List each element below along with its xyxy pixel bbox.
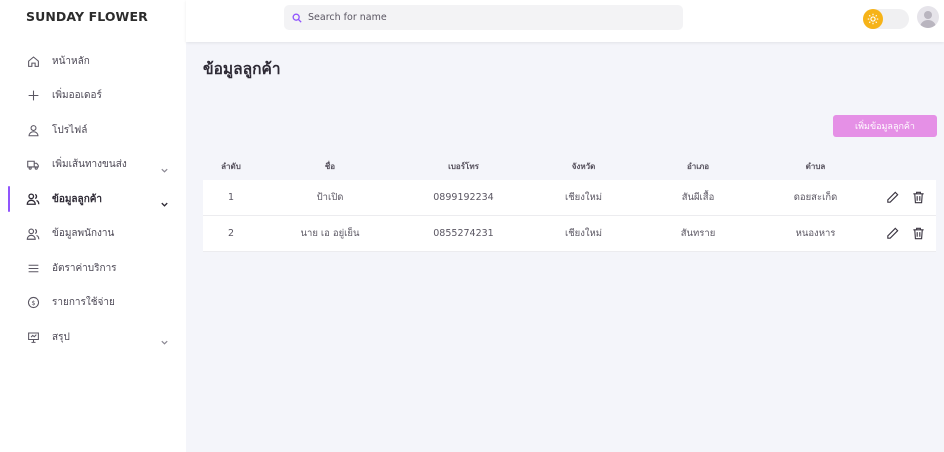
- column-header: ชื่อ: [324, 161, 336, 171]
- sidebar-item-label: หน้าหลัก: [52, 55, 90, 67]
- column-header: ตำบล: [805, 161, 826, 171]
- sidebar-item-label: สรุป: [52, 331, 70, 343]
- column-header: เบอร์โทร: [448, 161, 479, 171]
- truck-icon: [26, 158, 40, 172]
- sidebar-item-summary[interactable]: สรุป: [0, 320, 186, 355]
- home-icon: [26, 54, 40, 68]
- theme-toggle[interactable]: [863, 9, 909, 29]
- search-icon: [292, 13, 302, 23]
- sidebar-item-label: เพิ่มเส้นทางขนส่ง: [52, 159, 127, 171]
- table-cell: 2: [227, 228, 235, 239]
- users-icon: [26, 227, 40, 241]
- chevron-down-icon[interactable]: [160, 332, 170, 345]
- page-title: ข้อมูลลูกค้า: [203, 60, 281, 78]
- add-customer-button[interactable]: เพิ่มข้อมูลลูกค้า: [833, 115, 937, 137]
- sidebar-nav: หน้าหลัก เพิ่มออเดอร์ โปรไฟล์ เพิ่มเส้นท…: [0, 44, 186, 355]
- users-icon: [26, 192, 40, 206]
- svg-text:$: $: [31, 299, 35, 307]
- edit-pencil-icon[interactable]: [885, 226, 901, 242]
- sidebar-item-customers[interactable]: ข้อมูลลูกค้า: [0, 182, 186, 217]
- table-cell: สันผีเสื้อ: [681, 192, 715, 203]
- table-row: 2 นาย เอ อยู่เย็น 0855274231 เชียงใหม่ ส…: [203, 216, 936, 252]
- column-header: อำเภอ: [686, 161, 710, 171]
- sidebar-item-label: อัตราค่าบริการ: [52, 262, 117, 274]
- table-cell: 0899192234: [433, 192, 494, 203]
- top-bar: [186, 0, 944, 42]
- table-cell: สันทราย: [680, 228, 716, 239]
- brand-logo-text: SUNDAY FLOWER: [26, 9, 148, 24]
- chevron-down-icon[interactable]: [160, 194, 170, 207]
- sidebar-item-label: รายการใช้จ่าย: [52, 297, 115, 309]
- sidebar-item-add-order[interactable]: เพิ่มออเดอร์: [0, 79, 186, 114]
- row-actions: [876, 226, 936, 242]
- dollar-icon: $: [26, 296, 40, 310]
- delete-trash-icon[interactable]: [911, 226, 927, 242]
- customer-table: ลำดับ ชื่อ เบอร์โทร จังหวัด อำเภอ ตำบล 1…: [203, 152, 936, 252]
- sidebar-item-profile[interactable]: โปรไฟล์: [0, 113, 186, 148]
- table-cell: นาย เอ อยู่เย็น: [300, 228, 360, 239]
- sun-icon: [863, 9, 883, 29]
- table-cell: เชียงใหม่: [564, 228, 603, 239]
- delete-trash-icon[interactable]: [911, 190, 927, 206]
- sidebar-item-add-route[interactable]: เพิ่มเส้นทางขนส่ง: [0, 148, 186, 183]
- sidebar: SUNDAY FLOWER หน้าหลัก เพิ่มออเดอร์ โปรไ…: [0, 0, 186, 452]
- column-header: ลำดับ: [221, 161, 241, 171]
- table-cell: 1: [227, 192, 235, 203]
- user-icon: [26, 123, 40, 137]
- sidebar-item-label: โปรไฟล์: [52, 124, 88, 136]
- sidebar-item-label: ข้อมูลลูกค้า: [52, 193, 103, 205]
- row-actions: [876, 190, 936, 206]
- table-row: 1 ป้าเปิด 0899192234 เชียงใหม่ สันผีเสื้…: [203, 180, 936, 216]
- sidebar-item-label: เพิ่มออเดอร์: [52, 90, 102, 102]
- table-cell: เชียงใหม่: [564, 192, 603, 203]
- sidebar-item-label: ข้อมูลพนักงาน: [52, 228, 115, 240]
- chevron-down-icon[interactable]: [160, 160, 170, 173]
- edit-pencil-icon[interactable]: [885, 190, 901, 206]
- column-header: จังหวัด: [571, 161, 596, 171]
- presentation-icon: [26, 330, 40, 344]
- sidebar-item-home[interactable]: หน้าหลัก: [0, 44, 186, 79]
- table-cell: ป้าเปิด: [316, 192, 344, 203]
- table-cell: ดอยสะเก็ด: [793, 192, 838, 203]
- table-cell: 0855274231: [433, 228, 494, 239]
- search-bar[interactable]: [284, 5, 683, 30]
- search-input[interactable]: [308, 12, 668, 23]
- sidebar-item-service-rates[interactable]: อัตราค่าบริการ: [0, 251, 186, 286]
- list-icon: [26, 261, 40, 275]
- sidebar-item-expenses[interactable]: $ รายการใช้จ่าย: [0, 286, 186, 321]
- avatar[interactable]: [917, 6, 939, 28]
- table-cell: หนองหาร: [795, 228, 836, 239]
- table-header: ลำดับ ชื่อ เบอร์โทร จังหวัด อำเภอ ตำบล: [203, 152, 936, 180]
- sidebar-item-employees[interactable]: ข้อมูลพนักงาน: [0, 217, 186, 252]
- plus-icon: [26, 89, 40, 103]
